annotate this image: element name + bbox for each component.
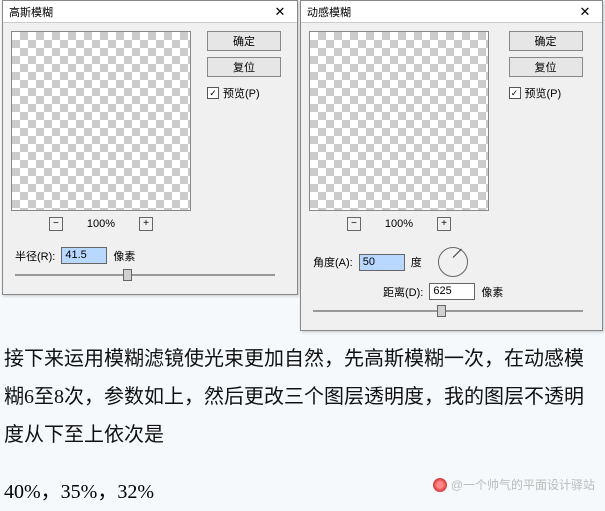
weibo-icon [433,478,447,492]
preview-canvas[interactable] [11,31,191,211]
gaussian-blur-dialog: 高斯模糊 ✕ − 100% + 确定 复位 ✓ 预览(P) 半径(R): 41.… [2,0,298,295]
radius-unit: 像素 [113,248,135,264]
motion-blur-dialog: 动感模糊 ✕ − 100% + 确定 复位 ✓ 预览(P) 角度(A): 50 … [300,0,603,331]
dialog-title: 高斯模糊 [9,4,53,20]
distance-label: 距离(D): [383,284,423,300]
instruction-text: 接下来运用模糊滤镜使光束更加自然，先高斯模糊一次，在动感模糊6至8次，参数如上，… [4,340,600,454]
preview-label: 预览(P) [223,85,260,101]
angle-dial[interactable] [438,247,468,277]
radius-slider[interactable] [15,268,275,282]
distance-unit: 像素 [481,284,503,300]
watermark-text: @一个帅气的平面设计驿站 [451,476,595,493]
distance-slider[interactable] [313,304,583,318]
titlebar[interactable]: 高斯模糊 ✕ [3,1,297,23]
close-icon[interactable]: ✕ [568,1,602,23]
zoom-out-button[interactable]: − [49,217,63,231]
preview-checkbox[interactable]: ✓ [509,87,521,99]
weibo-watermark: @一个帅气的平面设计驿站 [433,476,595,493]
angle-label: 角度(A): [313,254,353,270]
opacity-values: 40%，35%，32% [4,475,154,504]
distance-input[interactable]: 625 [429,283,475,300]
preview-checkbox[interactable]: ✓ [207,87,219,99]
reset-button[interactable]: 复位 [207,57,281,77]
dialog-title: 动感模糊 [307,4,351,20]
zoom-out-button[interactable]: − [347,217,361,231]
titlebar[interactable]: 动感模糊 ✕ [301,1,602,23]
zoom-level: 100% [385,218,413,230]
radius-input[interactable]: 41.5 [61,247,107,264]
close-icon[interactable]: ✕ [263,1,297,23]
zoom-in-button[interactable]: + [139,217,153,231]
angle-unit: 度 [411,254,422,270]
preview-canvas[interactable] [309,31,489,211]
zoom-in-button[interactable]: + [437,217,451,231]
angle-input[interactable]: 50 [359,254,405,271]
ok-button[interactable]: 确定 [207,31,281,51]
zoom-level: 100% [87,218,115,230]
preview-label: 预览(P) [525,85,562,101]
reset-button[interactable]: 复位 [509,57,583,77]
ok-button[interactable]: 确定 [509,31,583,51]
radius-label: 半径(R): [15,248,55,264]
